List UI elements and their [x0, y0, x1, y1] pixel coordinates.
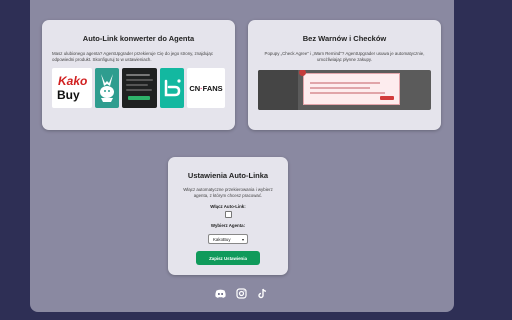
popup-screenshot — [258, 70, 431, 111]
agent-select[interactable]: KakoBuy ▾ — [208, 234, 248, 245]
tiktok-icon[interactable] — [256, 287, 269, 300]
rabbit-agent-logo — [95, 68, 119, 109]
instagram-icon[interactable] — [235, 287, 248, 300]
agent-select-value: KakoBuy — [213, 237, 231, 243]
no-warn-card: Bez Warnów i Checków Popupy „Check Agree… — [248, 20, 441, 130]
settings-card-title: Ustawienia Auto-Linka — [187, 171, 269, 180]
discord-icon[interactable] — [214, 287, 227, 300]
kakobuy-logo: Kako Buy — [52, 68, 92, 109]
autolink-card-text: Masz ulubionego agenta? AgentUpgrader pr… — [52, 51, 214, 63]
enable-autolink-label: Włącz Auto-Link: — [210, 204, 246, 210]
no-warn-card-text: Popupy „Check Agree" i „Warn Remind"? Ag… — [264, 51, 425, 63]
settings-card: Ustawienia Auto-Linka Włącz automatyczne… — [168, 157, 288, 275]
cnfans-logo: CN · FANS — [187, 68, 225, 109]
agent-logos: Kako Buy CN · FANS — [52, 68, 225, 109]
autolink-card-title: Auto-Link konwerter do Agenta — [82, 34, 195, 43]
autolink-card: Auto-Link konwerter do Agenta Masz ulubi… — [42, 20, 235, 130]
no-warn-card-title: Bez Warnów i Checków — [302, 34, 387, 43]
chevron-down-icon: ▾ — [241, 237, 244, 243]
settings-card-text: Włącz automatyczne przekierowania i wybi… — [183, 187, 273, 199]
agent-select-label: Wybierz Agenta: — [210, 223, 246, 229]
teal-agent-logo — [160, 68, 184, 109]
save-settings-button[interactable]: Zapisz Ustawienia — [196, 251, 260, 266]
enable-autolink-checkbox[interactable] — [224, 211, 232, 219]
agent-app-screenshot — [122, 68, 157, 109]
